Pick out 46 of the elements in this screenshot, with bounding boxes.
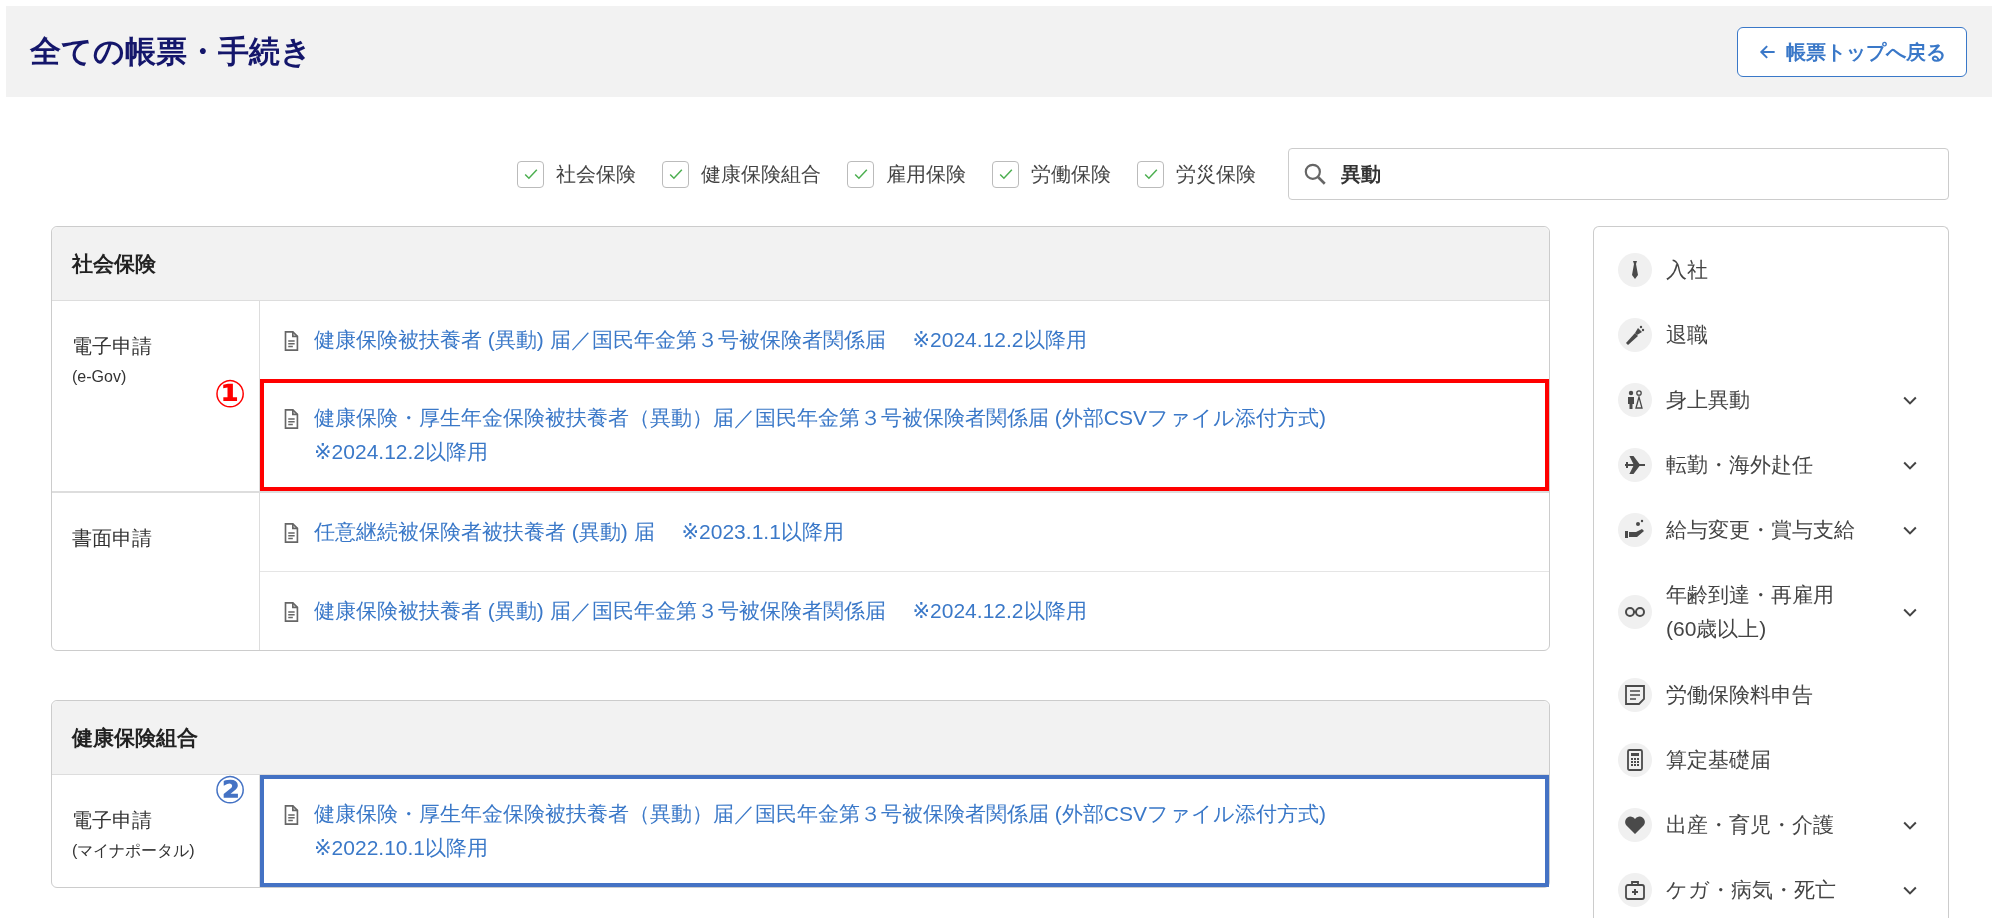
method-label: 電子申請 [72,808,152,833]
glasses-icon [1618,595,1652,629]
section-title: 健康保険組合 [52,701,1549,775]
page-title: 全ての帳票・手続き [30,32,312,71]
form-link[interactable]: 健康保険被扶養者 (異動) 届／国民年金第３号被保険者関係届 ※2024.12.2以降用 [314,323,1087,357]
filter-label[interactable]: 労働保険 [1031,159,1111,189]
filter-label[interactable]: 健康保険組合 [701,159,821,189]
people-icon [1618,382,1652,417]
callout-number: ① [214,375,247,413]
checkbox[interactable] [662,160,689,188]
first-aid-kit-icon [1618,872,1652,907]
category-item[interactable]: ケガ・病気・死亡 [1594,857,1948,918]
airplane-icon [1618,447,1652,482]
hand-icon [1618,512,1652,547]
back-button[interactable]: 帳票トップへ戻る [1737,26,1967,77]
category-item[interactable]: 入社 [1594,237,1948,302]
category-item[interactable]: 退職 [1594,302,1948,367]
method-label: 書面申請 [72,526,152,551]
bouquet-icon [1618,317,1652,352]
category-item[interactable]: 年齢到達・再雇用 (60歳以上) [1594,562,1948,662]
checkbox[interactable] [847,160,874,188]
form-link[interactable]: 任意継続被保険者被扶養者 (異動) 届 ※2023.1.1以降用 [314,515,844,549]
checkbox[interactable] [992,160,1019,188]
search-field[interactable]: 異動 [1288,148,1949,200]
filter-label[interactable]: 社会保険 [556,159,636,189]
document-icon [1618,677,1652,712]
checkbox[interactable] [1137,160,1164,188]
filter-label[interactable]: 雇用保険 [886,159,966,189]
method-sublabel: (e-Gov) [72,367,127,387]
category-item[interactable]: 転勤・海外赴任 [1594,432,1948,497]
category-item[interactable]: 労働保険料申告 [1594,662,1948,727]
search-icon [1302,161,1328,187]
filter-label[interactable]: 労災保険 [1176,159,1256,189]
calculator-icon [1618,742,1652,777]
section-title: 社会保険 [52,227,1549,301]
tie-icon [1618,252,1652,287]
form-link[interactable]: 健康保険・厚生年金保険被扶養者（異動）届／国民年金第３号被保険者関係届 (外部CSVファイル添付方式) ※2024.12.2以降用 [314,401,1326,469]
form-link[interactable]: 健康保険・厚生年金保険被扶養者（異動）届／国民年金第３号被保険者関係届 (外部CSVファイル添付方式) ※2022.10.1以降用 [314,797,1326,865]
checkbox[interactable] [517,160,544,188]
category-item[interactable]: 身上異動 [1594,367,1948,432]
category-item[interactable]: 給与変更・賞与支給 [1594,497,1948,562]
method-label: 電子申請 [72,334,152,359]
form-link[interactable]: 健康保険被扶養者 (異動) 届／国民年金第３号被保険者関係届 ※2024.12.2以降用 [314,594,1087,628]
category-item[interactable]: 出産・育児・介護 [1594,792,1948,857]
category-item[interactable]: 算定基礎届 [1594,727,1948,792]
method-sublabel: (マイナポータル) [72,841,195,861]
